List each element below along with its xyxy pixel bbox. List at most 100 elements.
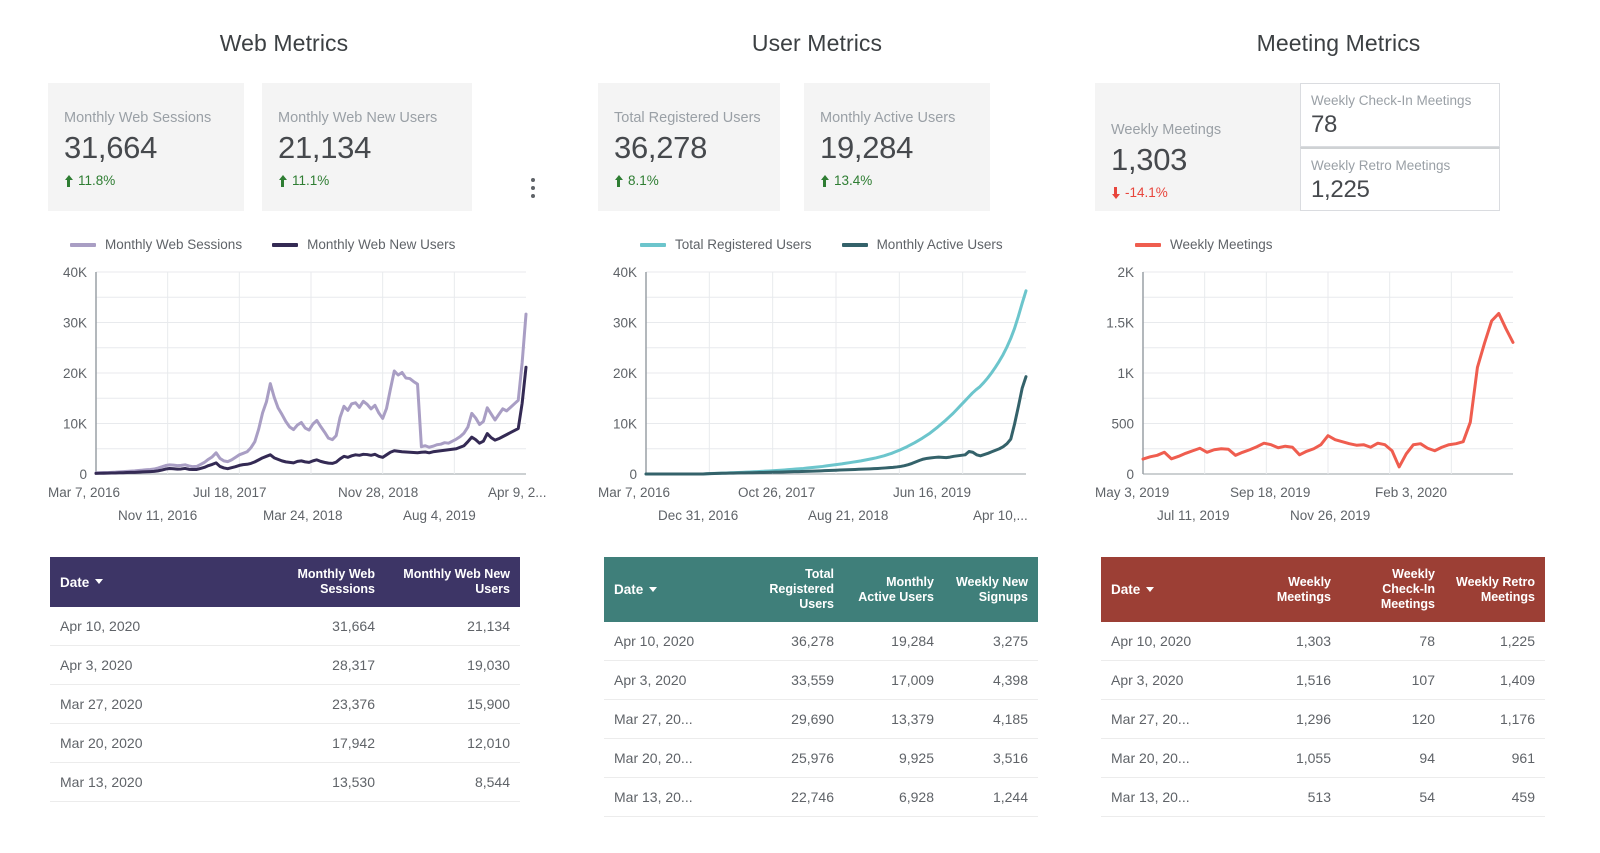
legend-swatch-icon bbox=[272, 242, 299, 247]
cell-value: 107 bbox=[1341, 660, 1445, 700]
table-row[interactable]: Apr 3, 2020 28,317 19,030 bbox=[50, 645, 520, 685]
scorecard-monthly-web-new-users[interactable]: Monthly Web New Users 21,134 11.1% bbox=[262, 83, 472, 211]
table-row[interactable]: Apr 10, 2020 1,303 78 1,225 bbox=[1101, 622, 1545, 661]
svg-text:Mar 7, 2016: Mar 7, 2016 bbox=[598, 485, 670, 500]
table-row[interactable]: Mar 13, 2020 13,530 8,544 bbox=[50, 762, 520, 802]
svg-text:1K: 1K bbox=[1117, 366, 1134, 381]
legend-item[interactable]: Monthly Web Sessions bbox=[70, 237, 242, 252]
chart-legend-user: Total Registered Users Monthly Active Us… bbox=[640, 237, 1060, 252]
column-header-date[interactable]: Date bbox=[1101, 557, 1231, 622]
cell-value: 961 bbox=[1445, 738, 1545, 778]
table-row[interactable]: Mar 20, 2020 17,942 12,010 bbox=[50, 723, 520, 763]
column-header-date[interactable]: Date bbox=[604, 557, 732, 622]
svg-text:500: 500 bbox=[1111, 417, 1134, 432]
table-row[interactable]: Mar 27, 20... 29,690 13,379 4,185 bbox=[604, 699, 1038, 739]
table-row[interactable]: Mar 27, 20... 1,296 120 1,176 bbox=[1101, 699, 1545, 739]
legend-item[interactable]: Monthly Web New Users bbox=[272, 237, 455, 252]
svg-text:Dec 31, 2016: Dec 31, 2016 bbox=[658, 508, 738, 523]
svg-text:10K: 10K bbox=[613, 417, 637, 432]
svg-text:1.5K: 1.5K bbox=[1106, 316, 1134, 331]
panel-web-metrics: Web Metrics Monthly Web Sessions 31,664 … bbox=[0, 0, 560, 853]
cell-date: Apr 3, 2020 bbox=[1101, 660, 1231, 700]
column-header-metric[interactable]: Monthly Active Users bbox=[844, 557, 944, 622]
table-row[interactable]: Mar 13, 20... 22,746 6,928 1,244 bbox=[604, 777, 1038, 817]
data-table-web[interactable]: Date Monthly Web Sessions Monthly Web Ne… bbox=[50, 557, 520, 802]
column-header-metric[interactable]: Weekly Meetings bbox=[1231, 557, 1341, 622]
legend-item[interactable]: Weekly Meetings bbox=[1135, 237, 1273, 252]
table-wrap-user: Date Total Registered Users Monthly Acti… bbox=[604, 557, 1060, 817]
svg-text:40K: 40K bbox=[63, 265, 87, 280]
scorecard-monthly-web-sessions[interactable]: Monthly Web Sessions 31,664 11.8% bbox=[48, 83, 244, 211]
scorecard-monthly-active-users[interactable]: Monthly Active Users 19,284 13.4% bbox=[804, 83, 990, 211]
mini-scorecard-stack: Weekly Check-In Meetings 78 Weekly Retro… bbox=[1300, 83, 1500, 211]
cell-value: 22,746 bbox=[732, 777, 844, 817]
column-header-metric[interactable]: Weekly Check-In Meetings bbox=[1341, 557, 1445, 622]
table-row[interactable]: Mar 13, 20... 513 54 459 bbox=[1101, 777, 1545, 817]
legend-swatch-icon bbox=[640, 242, 666, 247]
cell-value: 54 bbox=[1341, 777, 1445, 817]
svg-text:30K: 30K bbox=[63, 316, 87, 331]
column-header-date[interactable]: Date bbox=[50, 557, 250, 607]
svg-text:0: 0 bbox=[629, 467, 637, 482]
data-table-meeting[interactable]: Date Weekly Meetings Weekly Check-In Mee… bbox=[1101, 557, 1545, 817]
legend-item[interactable]: Monthly Active Users bbox=[841, 237, 1003, 252]
table-row[interactable]: Apr 3, 2020 33,559 17,009 4,398 bbox=[604, 660, 1038, 700]
column-header-metric[interactable]: Monthly Web New Users bbox=[385, 557, 520, 607]
time-series-chart-web[interactable]: 0 10K 20K 30K 40K Mar 7, 2016 Jul 18, 2017 Nov … bbox=[48, 264, 560, 529]
legend-label: Weekly Meetings bbox=[1170, 237, 1273, 252]
scorecard-total-registered-users[interactable]: Total Registered Users 36,278 8.1% bbox=[598, 83, 780, 211]
svg-text:Aug 4, 2019: Aug 4, 2019 bbox=[403, 508, 476, 523]
table-row[interactable]: Apr 3, 2020 1,516 107 1,409 bbox=[1101, 660, 1545, 700]
scorecard-label: Weekly Retro Meetings bbox=[1311, 158, 1451, 173]
scorecard-weekly-retro-meetings[interactable]: Weekly Retro Meetings 1,225 bbox=[1300, 147, 1500, 211]
column-header-metric[interactable]: Total Registered Users bbox=[732, 557, 844, 622]
table-row[interactable]: Mar 20, 20... 25,976 9,925 3,516 bbox=[604, 738, 1038, 778]
cell-value: 78 bbox=[1341, 622, 1445, 661]
more-options-icon[interactable] bbox=[524, 175, 542, 201]
cell-value: 513 bbox=[1231, 777, 1341, 817]
data-table-user[interactable]: Date Total Registered Users Monthly Acti… bbox=[604, 557, 1038, 817]
chart-svg-user: 0 10K 20K 30K 40K Mar 7, 2016 Oct 26, 2017 Jun … bbox=[598, 265, 1028, 523]
cell-date: Mar 20, 2020 bbox=[50, 723, 250, 763]
cell-value: 4,398 bbox=[944, 660, 1038, 700]
svg-text:Mar 24, 2018: Mar 24, 2018 bbox=[263, 508, 343, 523]
cell-value: 33,559 bbox=[732, 660, 844, 700]
scorecard-value: 21,134 bbox=[278, 130, 372, 165]
panel-user-metrics: User Metrics Total Registered Users 36,2… bbox=[560, 0, 1060, 853]
legend-item[interactable]: Total Registered Users bbox=[640, 237, 812, 252]
table-row[interactable]: Mar 20, 20... 1,055 94 961 bbox=[1101, 738, 1545, 778]
scorecard-weekly-checkin-meetings[interactable]: Weekly Check-In Meetings 78 bbox=[1300, 83, 1500, 147]
legend-label: Monthly Web Sessions bbox=[105, 237, 243, 252]
legend-label: Monthly Active Users bbox=[876, 237, 1003, 252]
arrow-up-icon bbox=[64, 175, 73, 187]
delta-value: 11.1% bbox=[292, 173, 330, 188]
svg-text:Nov 26, 2019: Nov 26, 2019 bbox=[1290, 508, 1370, 523]
table-row[interactable]: Apr 10, 2020 31,664 21,134 bbox=[50, 607, 520, 646]
time-series-chart-user[interactable]: 0 10K 20K 30K 40K Mar 7, 2016 Oct 26, 2017 Jun … bbox=[598, 264, 1060, 529]
column-header-metric[interactable]: Weekly Retro Meetings bbox=[1445, 557, 1545, 622]
legend-swatch-icon bbox=[1135, 242, 1161, 247]
column-header-metric[interactable]: Weekly New Signups bbox=[944, 557, 1038, 622]
time-series-chart-meeting[interactable]: 0 500 1K 1.5K 2K May 3, 2019 Sep 18, 2019 Feb 3… bbox=[1095, 264, 1600, 529]
svg-text:0: 0 bbox=[79, 467, 87, 482]
cell-value: 6,928 bbox=[844, 777, 944, 817]
cell-value: 9,925 bbox=[844, 738, 944, 778]
panel-title-meeting: Meeting Metrics bbox=[1256, 30, 1421, 56]
svg-text:0: 0 bbox=[1126, 467, 1134, 482]
table-row[interactable]: Apr 10, 2020 36,278 19,284 3,275 bbox=[604, 622, 1038, 661]
legend-label: Total Registered Users bbox=[675, 237, 812, 252]
table-row[interactable]: Mar 27, 2020 23,376 15,900 bbox=[50, 684, 520, 724]
svg-text:Feb 3, 2020: Feb 3, 2020 bbox=[1375, 485, 1447, 500]
legend-swatch-icon bbox=[841, 242, 868, 247]
svg-text:Apr 10,...: Apr 10,... bbox=[973, 508, 1028, 523]
cell-value: 17,942 bbox=[250, 723, 385, 763]
column-header-metric[interactable]: Monthly Web Sessions bbox=[250, 557, 385, 607]
scorecard-delta: 8.1% bbox=[614, 172, 762, 190]
table-wrap-web: Date Monthly Web Sessions Monthly Web Ne… bbox=[50, 557, 560, 802]
scorecard-weekly-meetings[interactable]: Weekly Meetings 1,303 -14.1% bbox=[1095, 83, 1300, 211]
svg-text:40K: 40K bbox=[613, 265, 637, 280]
cell-value: 94 bbox=[1341, 738, 1445, 778]
delta-value: 13.4% bbox=[834, 173, 873, 188]
cell-value: 25,976 bbox=[732, 738, 844, 778]
cell-value: 1,516 bbox=[1231, 660, 1341, 700]
